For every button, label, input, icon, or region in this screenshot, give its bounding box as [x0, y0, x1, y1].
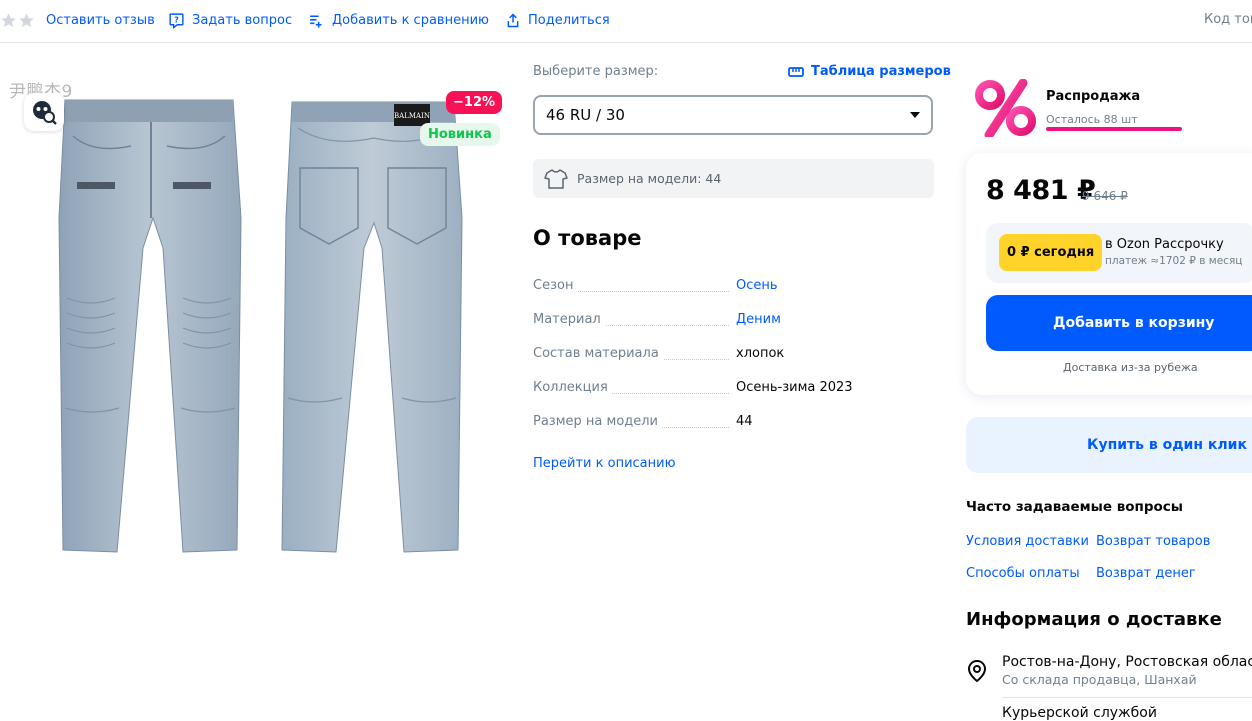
discount-badge: −12%: [446, 91, 503, 114]
size-dropdown[interactable]: 46 RU / 30: [533, 95, 933, 135]
spec-value-link[interactable]: Деним: [736, 312, 781, 327]
spec-row: Коллекция Осень-зима 2023: [533, 380, 853, 400]
spec-key: Сезон: [533, 278, 578, 293]
caret-down-icon: [910, 112, 920, 118]
star-icon: [1, 13, 16, 28]
compare-list-icon: [310, 14, 322, 28]
faq-title: Часто задаваемые вопросы: [966, 499, 1183, 515]
jeans-back-image: BALMAIN: [281, 101, 463, 553]
image-search-icon: [33, 101, 57, 125]
spec-key: Размер на модели: [533, 414, 663, 429]
model-size-info: Размер на модели: 44: [533, 159, 934, 198]
buy-one-click-button[interactable]: Купить в один клик: [966, 417, 1252, 473]
spec-row: Материал Деним: [533, 312, 853, 332]
installment-today-pill[interactable]: 0 ₽ сегодня: [999, 234, 1103, 271]
new-badge: Новинка: [420, 123, 500, 146]
go-to-description-link[interactable]: Перейти к описанию: [533, 456, 676, 471]
spec-key: Коллекция: [533, 380, 612, 395]
star-icon: [19, 13, 34, 28]
current-price: 8 481 ₽: [986, 175, 1096, 206]
delivery-city[interactable]: Ростов-на-Дону, Ростовская област: [1002, 654, 1252, 670]
courier-delivery-option: Курьерской службой: [1002, 705, 1157, 721]
stock-progress-bar: [1046, 127, 1182, 131]
delivery-source: Со склада продавца, Шанхай: [1002, 672, 1197, 687]
faq-refund-link[interactable]: Возврат денег: [1096, 566, 1196, 581]
size-select-label: Выберите размер:: [533, 64, 659, 79]
spec-row: Состав материала хлопок: [533, 346, 853, 366]
add-to-cart-button[interactable]: Добавить в корзину: [986, 295, 1252, 351]
location-pin-icon: [967, 659, 987, 683]
product-code: Код тов: [1204, 12, 1252, 27]
spec-key: Материал: [533, 312, 605, 327]
spec-value: хлопок: [736, 346, 785, 361]
faq-delivery-terms-link[interactable]: Условия доставки: [966, 534, 1089, 549]
delivery-abroad-note: Доставка из-за рубежа: [1063, 361, 1198, 374]
question-bubble-icon: ?: [169, 12, 184, 29]
share-label: Поделиться: [528, 12, 610, 28]
spec-value: 44: [736, 414, 753, 429]
faq-returns-link[interactable]: Возврат товаров: [1096, 534, 1210, 549]
old-price: 9 646 ₽: [1082, 189, 1128, 203]
rating-stars[interactable]: [0, 12, 36, 29]
about-product-title: О товаре: [533, 226, 642, 250]
size-chart-link[interactable]: Таблица размеров: [788, 64, 951, 79]
leave-review-link[interactable]: Оставить отзыв: [46, 11, 155, 29]
jeans-front-image: [58, 99, 242, 553]
tshirt-icon: [544, 168, 568, 189]
installment-monthly: платеж ≈1702 ₽ в месяц: [1105, 255, 1243, 267]
add-to-compare-label: Добавить к сравнению: [332, 12, 489, 28]
ruler-icon: [788, 66, 804, 77]
spec-row: Сезон Осень: [533, 278, 853, 298]
faq-payment-methods-link[interactable]: Способы оплаты: [966, 566, 1080, 581]
ask-question-label: Задать вопрос: [192, 12, 293, 28]
percent-sale-icon: [975, 79, 1036, 137]
divider: [1002, 697, 1252, 698]
spec-value-link[interactable]: Осень: [736, 278, 778, 293]
spec-key: Состав материала: [533, 346, 663, 361]
installment-title: в Ozon Рассрочку: [1105, 237, 1224, 252]
sale-title: Распродажа: [1046, 89, 1141, 104]
size-chart-label: Таблица размеров: [811, 64, 951, 79]
brand-tag: BALMAIN: [394, 112, 430, 120]
spec-value: Осень-зима 2023: [736, 380, 853, 395]
leave-review-label: Оставить отзыв: [46, 12, 155, 28]
size-selected-value: 46 RU / 30: [546, 106, 625, 124]
add-to-compare-link[interactable]: Добавить к сравнению: [308, 11, 489, 29]
share-icon: [507, 12, 519, 27]
image-search-button[interactable]: [24, 93, 64, 131]
product-action-bar: Оставить отзыв ? Задать вопрос Добавить …: [0, 0, 1252, 43]
ask-question-link[interactable]: ? Задать вопрос: [168, 11, 292, 29]
spec-row: Размер на модели 44: [533, 414, 853, 434]
svg-text:?: ?: [174, 15, 179, 24]
share-link[interactable]: Поделиться: [505, 11, 610, 29]
stock-remaining: Осталось 88 шт: [1046, 113, 1138, 126]
model-size-text: Размер на модели: 44: [577, 171, 722, 186]
delivery-info-title: Информация о доставке: [966, 609, 1222, 630]
